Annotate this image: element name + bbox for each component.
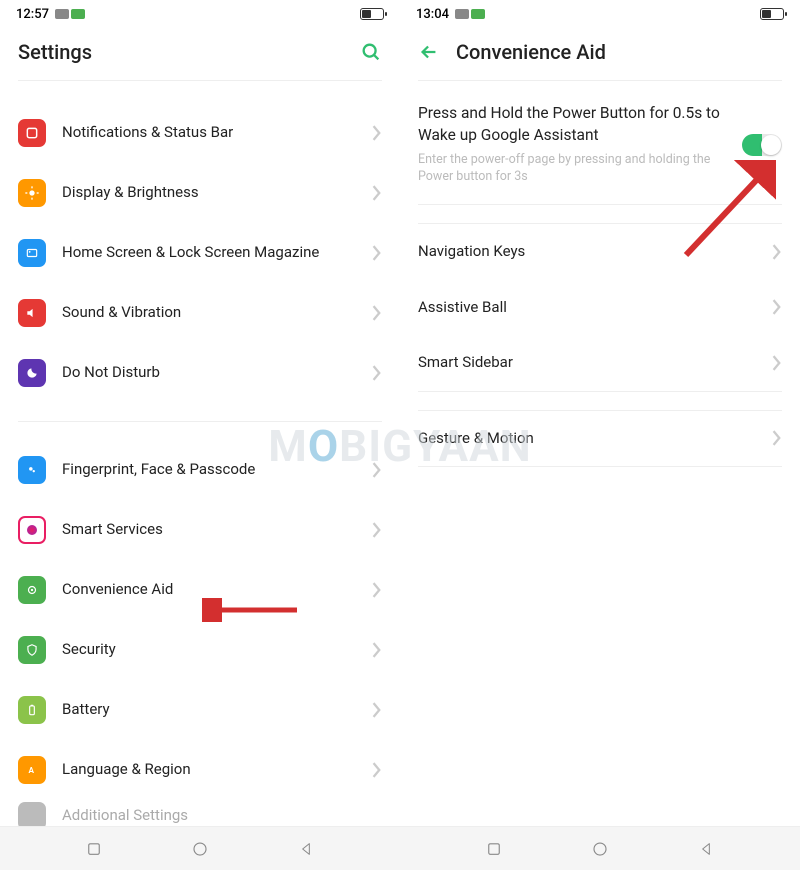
language-icon: A	[18, 756, 46, 784]
chevron-right-icon	[772, 355, 782, 371]
page-title: Convenience Aid	[456, 40, 782, 64]
chevron-right-icon	[372, 642, 382, 658]
status-indicator-icon	[471, 9, 485, 19]
list-item-dnd[interactable]: Do Not Disturb	[0, 343, 400, 403]
nav-back-button[interactable]	[694, 837, 718, 861]
battery-icon	[760, 8, 784, 20]
chevron-right-icon	[772, 244, 782, 260]
list-item-convenience-aid[interactable]: Convenience Aid	[0, 560, 400, 620]
status-bar: 12:57	[0, 0, 400, 28]
homescreen-icon	[18, 239, 46, 267]
list-item-assistive-ball[interactable]: Assistive Ball	[400, 280, 800, 336]
nav-back-button[interactable]	[294, 837, 318, 861]
status-bar: 13:04	[400, 0, 800, 28]
svg-text:A: A	[29, 765, 35, 775]
battery-icon	[360, 8, 384, 20]
search-icon[interactable]	[360, 41, 382, 63]
navigation-bar	[0, 826, 400, 870]
item-label: Sound & Vibration	[62, 303, 356, 323]
item-label: Additional Settings	[62, 806, 382, 826]
list-item-additional[interactable]: Additional Settings	[0, 800, 400, 826]
item-label: Security	[62, 640, 356, 660]
item-label: Gesture & Motion	[418, 429, 756, 449]
list-item-notifications[interactable]: Notifications & Status Bar	[0, 103, 400, 163]
convenience-list: Press and Hold the Power Button for 0.5s…	[400, 81, 800, 826]
chevron-right-icon	[772, 430, 782, 446]
additional-icon	[18, 802, 46, 826]
chevron-right-icon	[372, 762, 382, 778]
item-label: Language & Region	[62, 760, 356, 780]
navigation-bar	[400, 826, 800, 870]
toggle-switch[interactable]	[742, 134, 782, 156]
convenience-icon	[18, 576, 46, 604]
item-label: Assistive Ball	[418, 298, 756, 318]
chevron-right-icon	[372, 125, 382, 141]
notification-icon	[18, 119, 46, 147]
chevron-right-icon	[372, 582, 382, 598]
list-item-gesture-motion[interactable]: Gesture & Motion	[400, 411, 800, 467]
list-item-display[interactable]: Display & Brightness	[0, 163, 400, 223]
item-label: Notifications & Status Bar	[62, 123, 356, 143]
nav-home-button[interactable]	[588, 837, 612, 861]
fingerprint-icon	[18, 456, 46, 484]
nav-recents-button[interactable]	[482, 837, 506, 861]
brightness-icon	[18, 179, 46, 207]
list-item-homescreen[interactable]: Home Screen & Lock Screen Magazine	[0, 223, 400, 283]
convenience-aid-screen: 13:04 Convenience Aid Press and Hold the…	[400, 0, 800, 870]
status-indicator-icon	[55, 9, 69, 19]
item-label: Navigation Keys	[418, 242, 756, 262]
toggle-subtitle: Enter the power-off page by pressing and…	[418, 152, 730, 186]
chevron-right-icon	[372, 305, 382, 321]
chevron-right-icon	[372, 702, 382, 718]
list-item-security[interactable]: Security	[0, 620, 400, 680]
chevron-right-icon	[372, 245, 382, 261]
settings-screen: 12:57 Settings Notifications & Status Ba…	[0, 0, 400, 870]
status-time: 13:04	[416, 7, 449, 22]
header: Convenience Aid	[400, 28, 800, 80]
list-item-smart-services[interactable]: Smart Services	[0, 500, 400, 560]
item-label: Convenience Aid	[62, 580, 356, 600]
toggle-title: Press and Hold the Power Button for 0.5s…	[418, 103, 730, 146]
list-item-language[interactable]: A Language & Region	[0, 740, 400, 800]
toggle-row-google-assistant[interactable]: Press and Hold the Power Button for 0.5s…	[400, 85, 800, 204]
status-indicator-icon	[455, 9, 469, 19]
settings-list: Notifications & Status Bar Display & Bri…	[0, 81, 400, 826]
item-label: Battery	[62, 700, 356, 720]
list-item-battery[interactable]: Battery	[0, 680, 400, 740]
item-label: Do Not Disturb	[62, 363, 356, 383]
list-item-smart-sidebar[interactable]: Smart Sidebar	[400, 335, 800, 391]
chevron-right-icon	[372, 365, 382, 381]
smart-icon	[18, 516, 46, 544]
chevron-right-icon	[372, 185, 382, 201]
chevron-right-icon	[372, 522, 382, 538]
nav-recents-button[interactable]	[82, 837, 106, 861]
nav-home-button[interactable]	[188, 837, 212, 861]
status-time: 12:57	[16, 7, 49, 22]
chevron-right-icon	[772, 299, 782, 315]
list-item-navigation-keys[interactable]: Navigation Keys	[400, 224, 800, 280]
list-item-sound[interactable]: Sound & Vibration	[0, 283, 400, 343]
status-indicator-icon	[71, 9, 85, 19]
chevron-right-icon	[372, 462, 382, 478]
item-label: Fingerprint, Face & Passcode	[62, 460, 356, 480]
moon-icon	[18, 359, 46, 387]
item-label: Display & Brightness	[62, 183, 356, 203]
list-item-fingerprint[interactable]: Fingerprint, Face & Passcode	[0, 440, 400, 500]
battery-setting-icon	[18, 696, 46, 724]
shield-icon	[18, 636, 46, 664]
item-label: Home Screen & Lock Screen Magazine	[62, 243, 356, 263]
item-label: Smart Sidebar	[418, 353, 756, 373]
header: Settings	[0, 28, 400, 80]
sound-icon	[18, 299, 46, 327]
item-label: Smart Services	[62, 520, 356, 540]
page-title: Settings	[18, 40, 344, 64]
back-icon[interactable]	[418, 41, 440, 63]
